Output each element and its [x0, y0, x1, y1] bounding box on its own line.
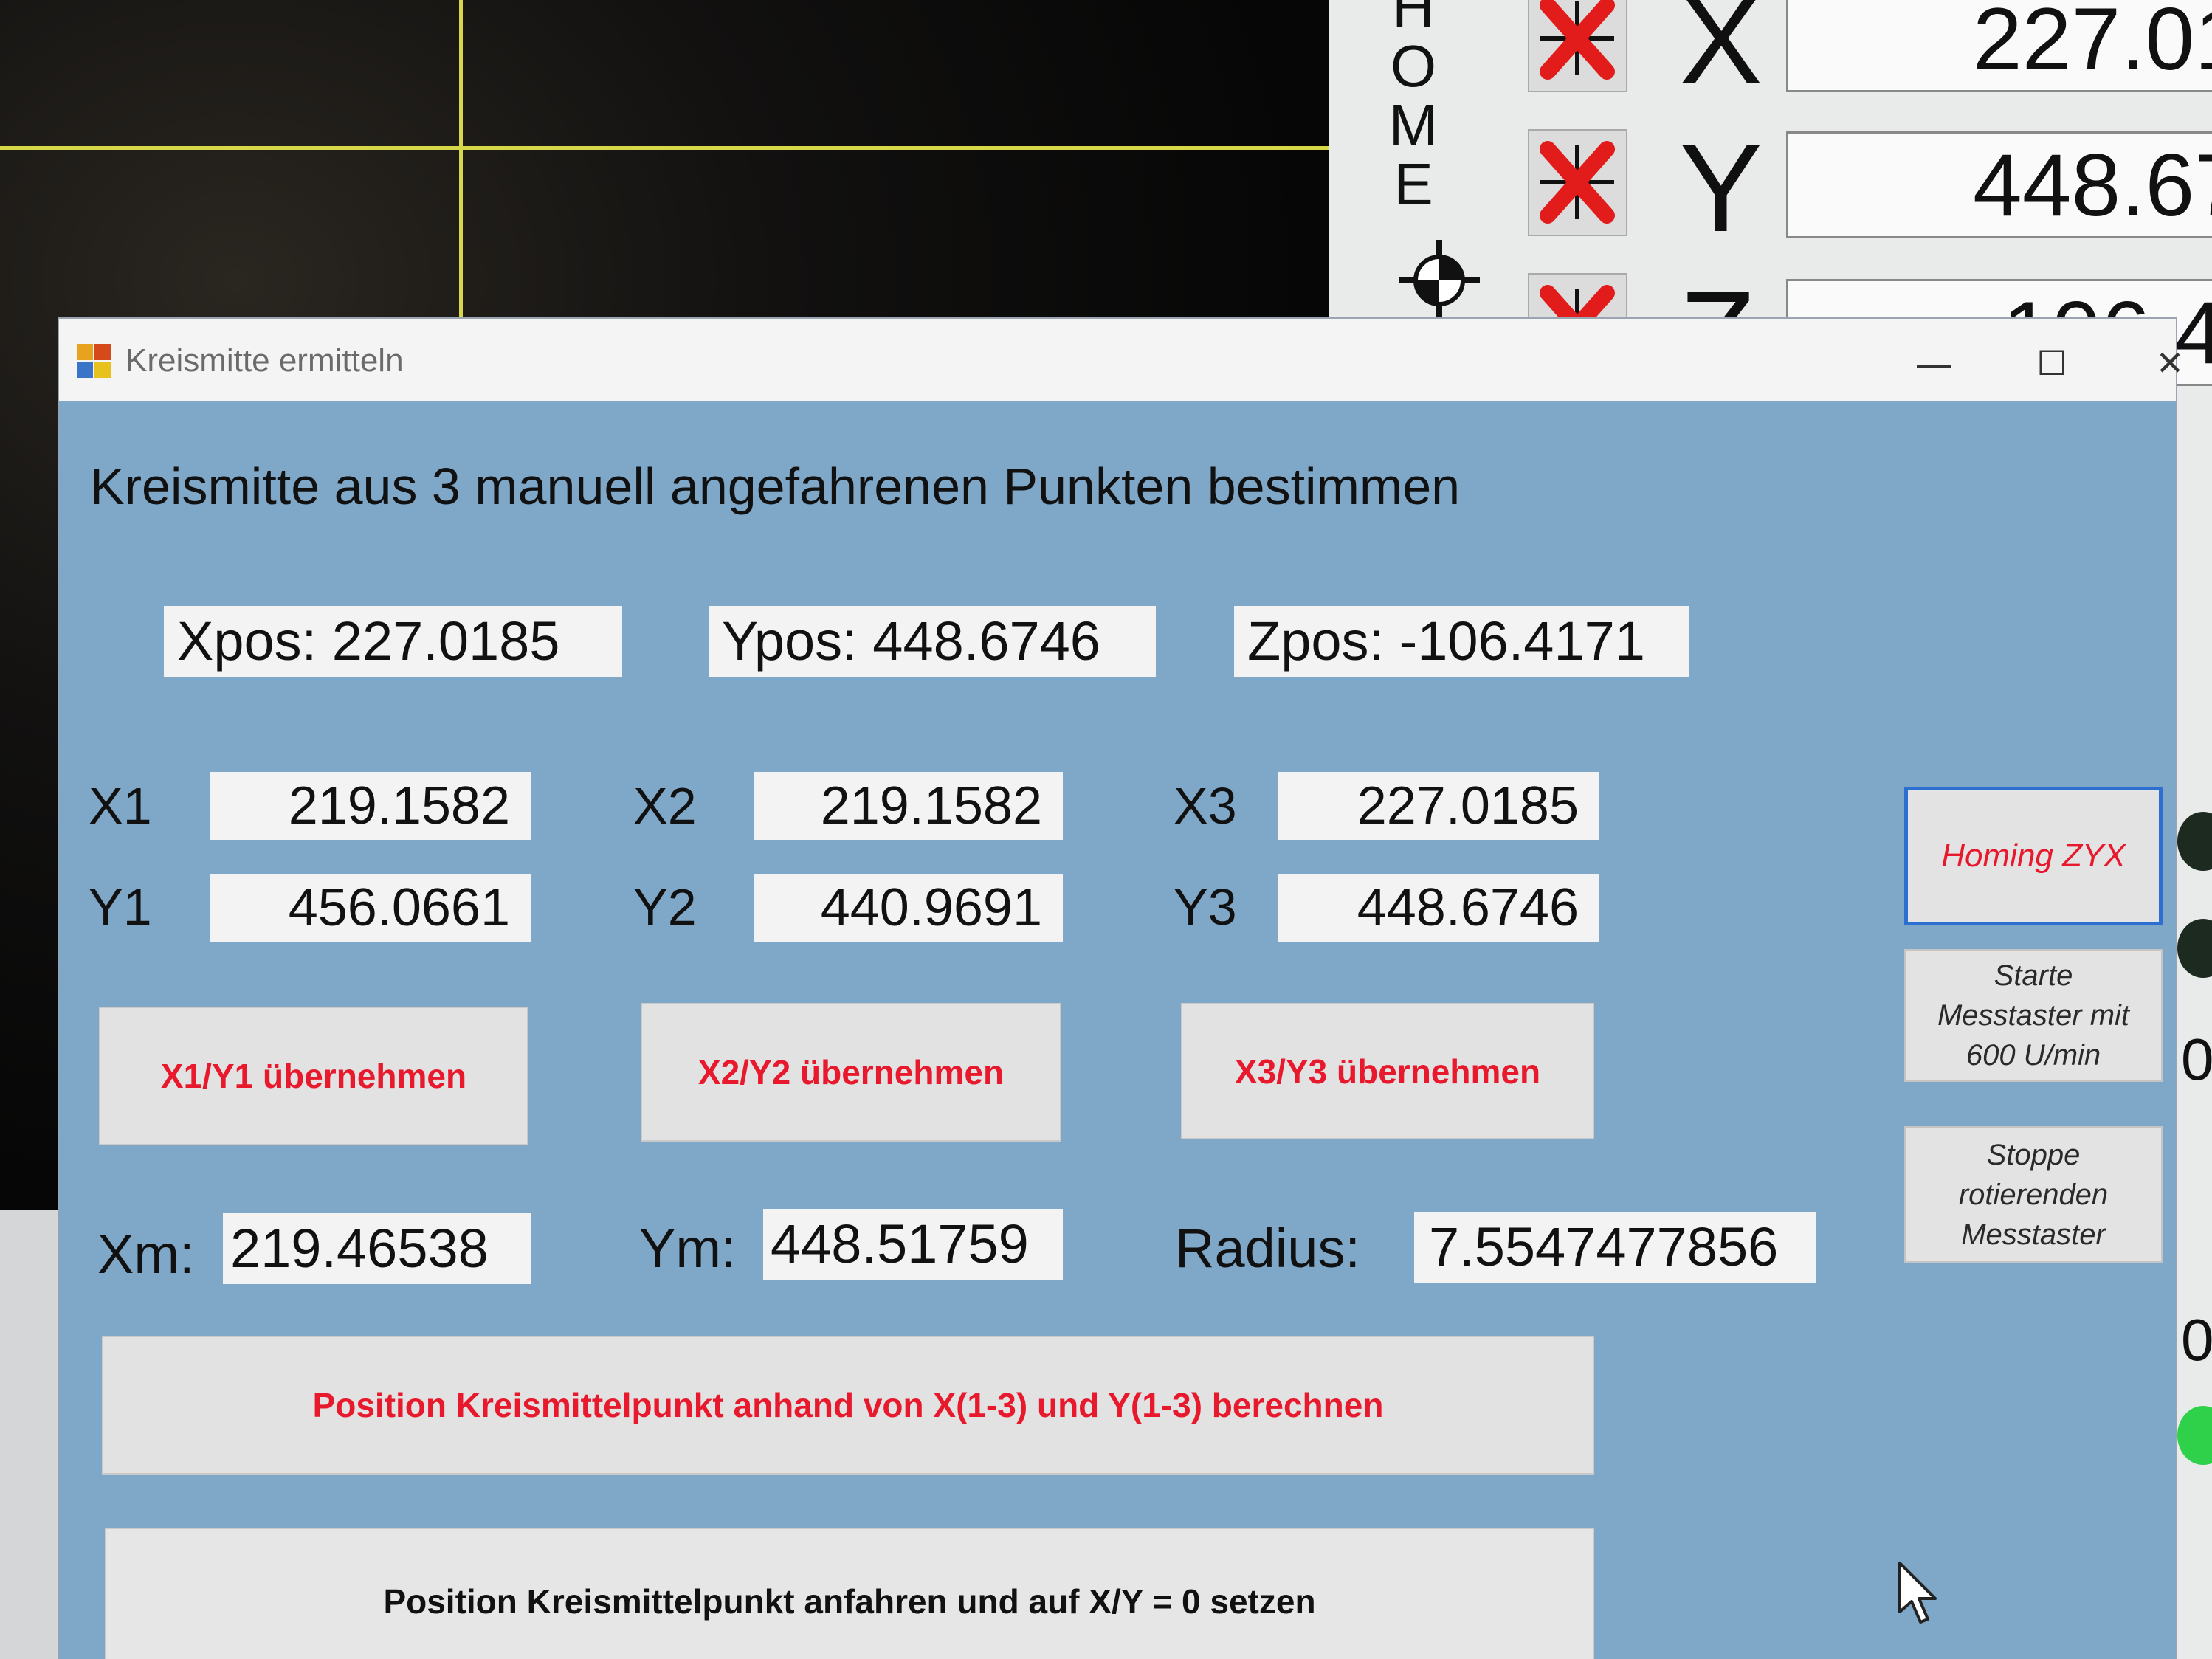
home-x-button[interactable]: [1528, 0, 1627, 92]
home-y-button[interactable]: [1528, 129, 1627, 236]
homing-zyx-label: Homing ZYX: [1941, 838, 2126, 874]
minimize-icon: —: [1917, 344, 1951, 382]
kreismitte-dialog: Kreismitte ermitteln — ☐ ✕ Kreismitte au…: [58, 317, 2184, 1659]
homing-zyx-button[interactable]: Homing ZYX: [1904, 787, 2163, 925]
home-letter: E: [1393, 151, 1433, 217]
x1-label: X1: [89, 777, 152, 835]
maximize-button[interactable]: ☐: [2008, 334, 2096, 393]
title-bar[interactable]: Kreismitte ermitteln — ☐ ✕: [59, 319, 2184, 401]
home-label: H O M E: [1388, 0, 1439, 214]
stop-probe-label-line: Messtaster: [1961, 1218, 2106, 1251]
ym-value: 448.51759: [763, 1209, 1063, 1280]
xm-label: Xm:: [97, 1224, 195, 1285]
maximize-icon: ☐: [2036, 344, 2067, 382]
current-y-position: Ypos: 448.6746: [709, 606, 1156, 677]
minimize-button[interactable]: —: [1889, 334, 1978, 393]
dro-y-value: 448.674: [1786, 131, 2212, 238]
xm-value: 219.46538: [223, 1213, 531, 1284]
reference-target-icon[interactable]: [1399, 240, 1480, 321]
current-z-position: Zpos: -106.4171: [1234, 606, 1689, 677]
y1-label: Y1: [89, 878, 152, 936]
radius-label: Radius:: [1175, 1218, 1360, 1279]
take-point-1-button[interactable]: X1/Y1 übernehmen: [99, 1007, 528, 1145]
side-digit: 0: [2181, 1307, 2212, 1373]
screen: H O M E X Y 227.0 448.6 0 0 Kreismitte e…: [0, 0, 2212, 1659]
app-icon: [77, 344, 111, 378]
home-letter: O: [1390, 33, 1437, 99]
y1-value: 456.0661: [210, 874, 531, 942]
start-probe-label-line: Starte: [1994, 959, 2073, 992]
crosshair-vertical: [459, 0, 463, 325]
x2-value: 219.1582: [754, 772, 1063, 840]
move-to-center-and-zero-button[interactable]: Position Kreismittelpunkt anfahren und a…: [105, 1528, 1594, 1659]
calculate-center-button[interactable]: Position Kreismittelpunkt anhand von X(1…: [102, 1336, 1594, 1475]
current-x-position: Xpos: 227.0185: [164, 606, 622, 677]
close-icon: ✕: [2155, 344, 2185, 382]
dialog-heading: Kreismitte aus 3 manuell angefahrenen Pu…: [90, 458, 1461, 515]
x3-label: X3: [1174, 777, 1237, 835]
window-title: Kreismitte ermitteln: [125, 342, 404, 379]
side-digit: 0: [2181, 1027, 2212, 1092]
x-home-not-set-icon: [1540, 0, 1615, 80]
home-letter: H: [1392, 0, 1435, 40]
y3-value: 448.6746: [1278, 874, 1599, 942]
crosshair-horizontal: [0, 146, 1329, 150]
dro-x-value: 227.018: [1786, 0, 2212, 92]
dialog-client-area: Kreismitte aus 3 manuell angefahrenen Pu…: [59, 401, 2176, 1659]
ym-label: Ym:: [639, 1218, 737, 1279]
stop-probe-label-line: rotierenden: [1958, 1178, 2109, 1211]
take-point-3-button[interactable]: X3/Y3 übernehmen: [1181, 1003, 1594, 1139]
x3-value: 227.0185: [1278, 772, 1599, 840]
start-probe-label-line: 600 U/min: [1965, 1039, 2101, 1072]
x2-label: X2: [633, 777, 697, 835]
take-point-2-button[interactable]: X2/Y2 übernehmen: [641, 1003, 1061, 1142]
axis-x-label: X: [1679, 0, 1763, 111]
radius-value: 7.5547477856: [1414, 1212, 1816, 1283]
mouse-pointer-icon: [1898, 1562, 1937, 1624]
x1-value: 219.1582: [210, 772, 531, 840]
background-panel-strip: [0, 1210, 66, 1659]
start-probe-button[interactable]: Starte Messtaster mit 600 U/min: [1904, 949, 2163, 1082]
axis-y-label: Y: [1679, 118, 1763, 258]
home-letter: M: [1388, 92, 1439, 158]
stop-probe-button[interactable]: Stoppe rotierenden Messtaster: [1904, 1126, 2163, 1263]
y-home-not-set-icon: [1540, 141, 1615, 224]
close-button[interactable]: ✕: [2126, 334, 2212, 393]
y2-label: Y2: [633, 878, 697, 936]
start-probe-label-line: Messtaster mit: [1937, 999, 2130, 1032]
y3-label: Y3: [1174, 878, 1237, 936]
y2-value: 440.9691: [754, 874, 1063, 942]
stop-probe-label-line: Stoppe: [1986, 1138, 2081, 1171]
